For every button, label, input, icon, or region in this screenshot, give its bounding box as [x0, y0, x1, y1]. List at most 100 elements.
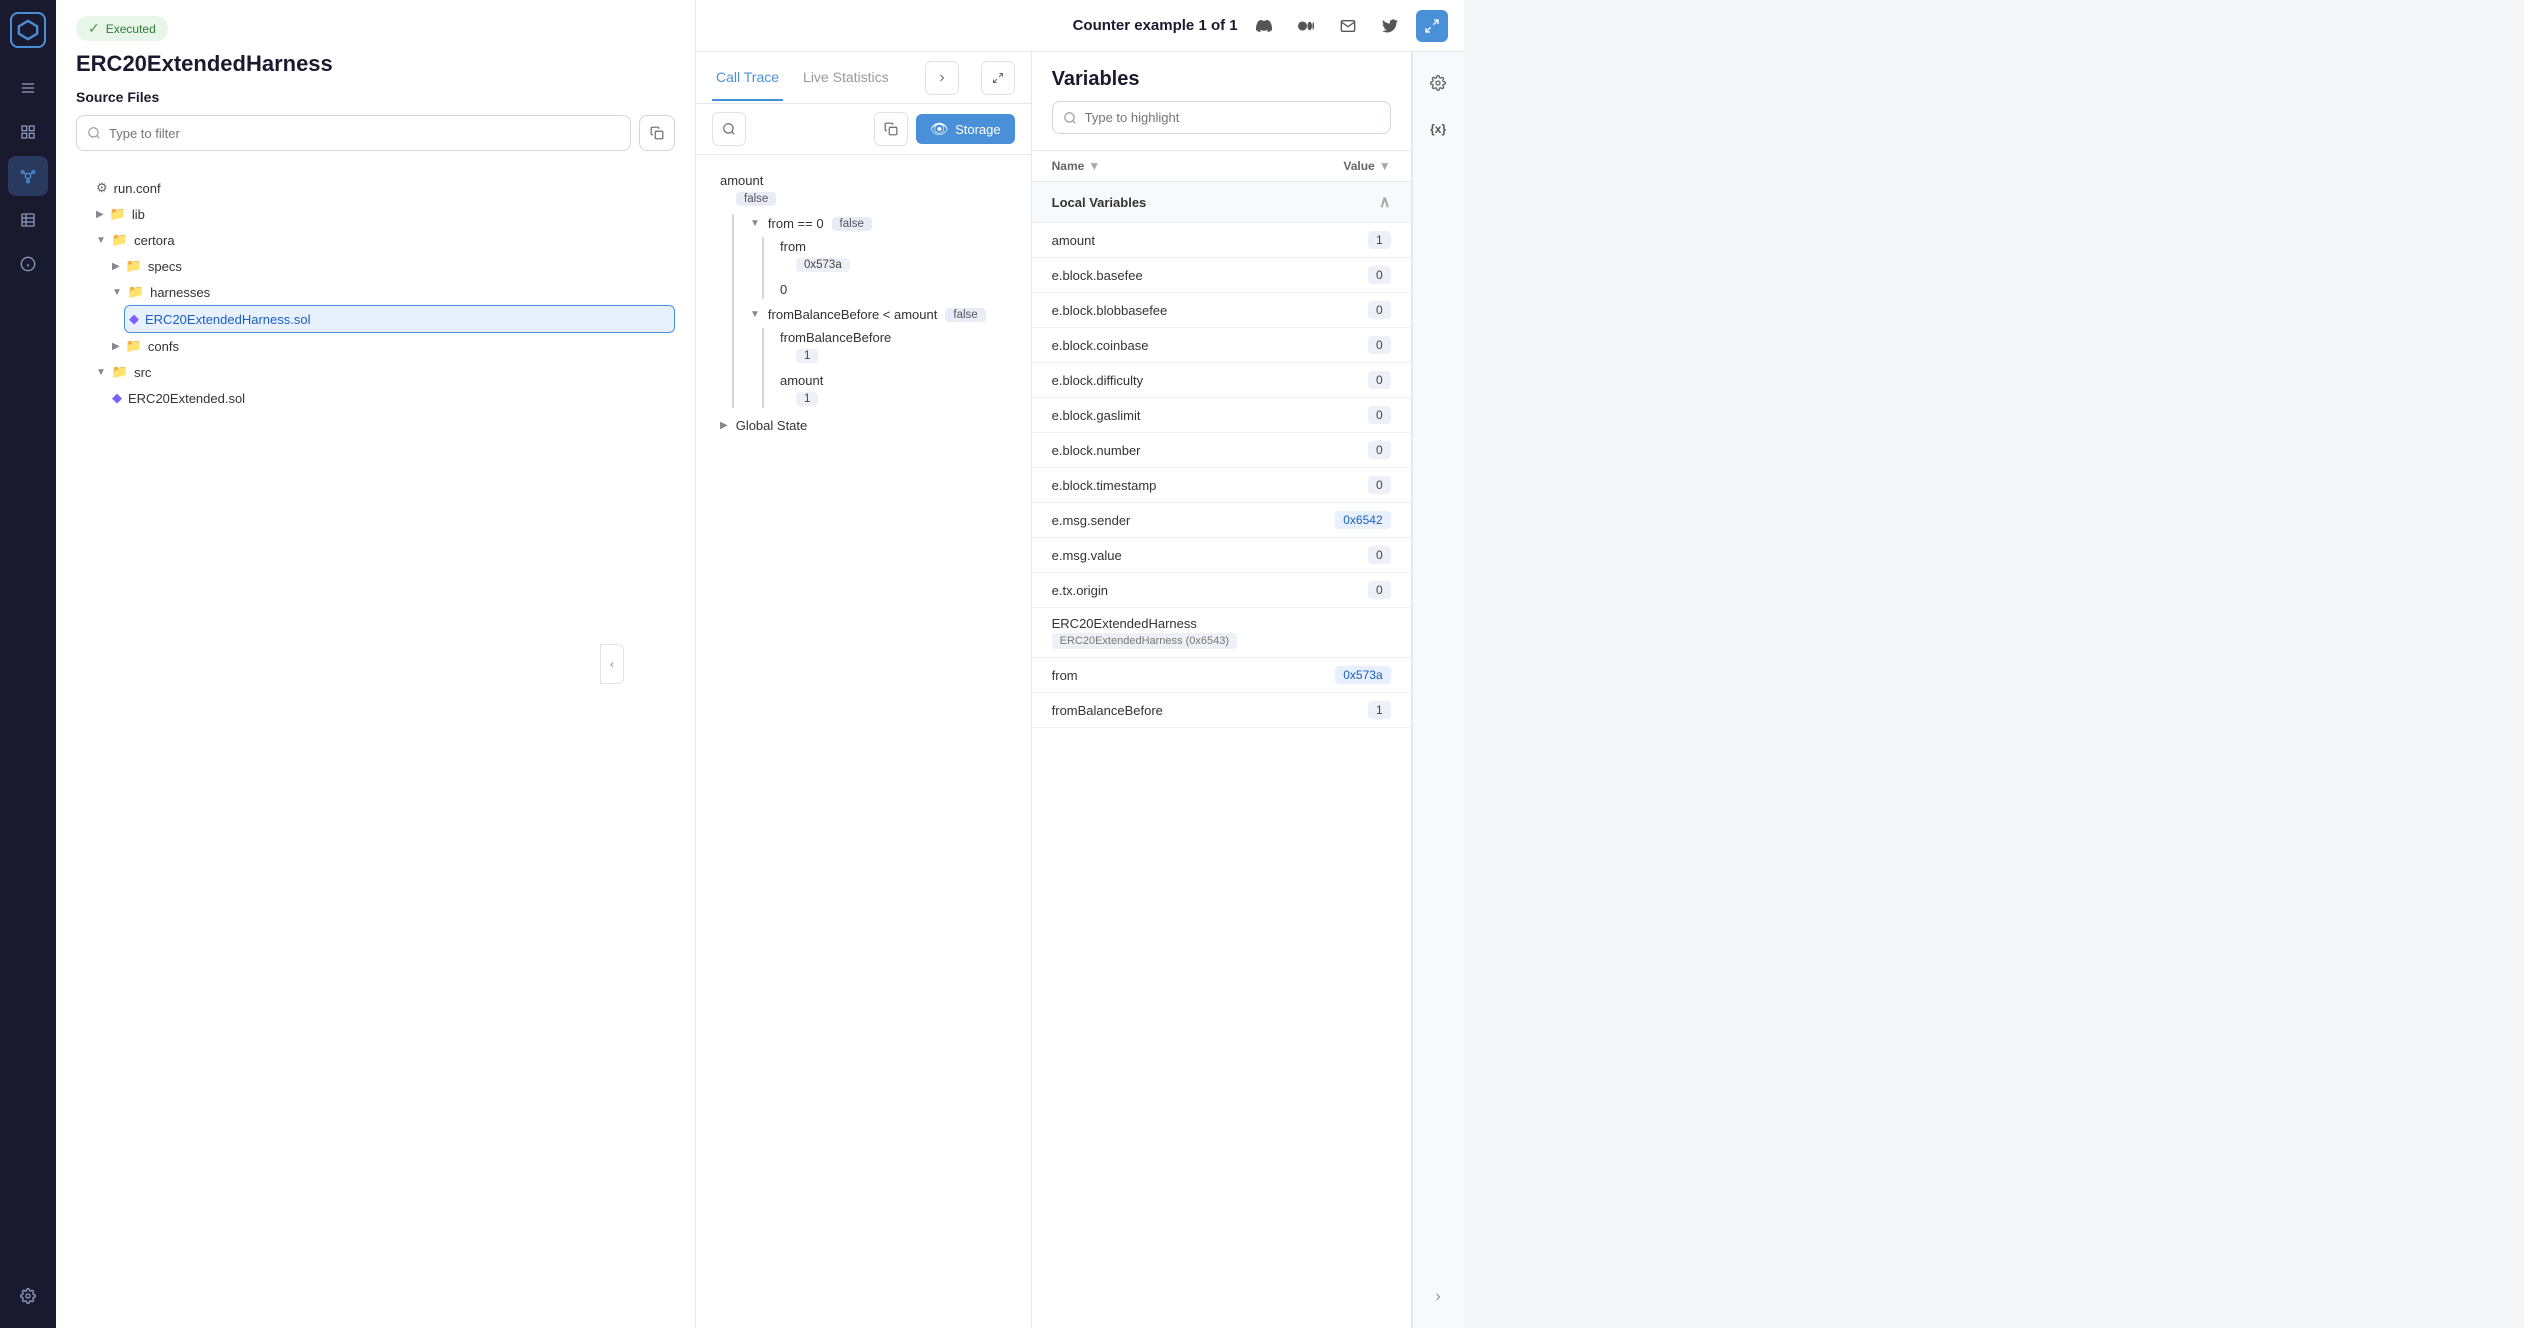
col-header-value: Value ▼ — [1343, 159, 1390, 173]
var-name-eblockblobbasefee: e.block.blobbasefee — [1052, 303, 1168, 318]
collapse-from-icon[interactable]: ▼ — [750, 218, 760, 229]
var-row-eblockgaslimit: e.block.gaslimit 0 — [1032, 398, 1411, 433]
tree-item-lib[interactable]: ▶ 📁 lib — [92, 201, 675, 227]
storage-label: Storage — [955, 122, 1001, 137]
collapse-panel-button[interactable]: ‹ — [600, 644, 624, 684]
var-name-eblockcoinbase: e.block.coinbase — [1052, 338, 1149, 353]
topbar-mail-icon[interactable] — [1332, 10, 1364, 42]
tree-item-label: ERC20ExtendedHarness.sol — [145, 312, 310, 327]
file-panel: ✓ Executed ERC20ExtendedHarness Source F… — [56, 0, 696, 1328]
tree-item-label: run.conf — [114, 181, 161, 196]
var-name-amount: amount — [1052, 233, 1095, 248]
var-value-eblockbasefee: 0 — [1368, 266, 1391, 284]
tab-live-stats[interactable]: Live Statistics — [799, 55, 893, 101]
search-button[interactable] — [712, 112, 746, 146]
topbar-discord-icon[interactable] — [1248, 10, 1280, 42]
nav-sidebar — [0, 0, 56, 1328]
var-row-erc20harness: ERC20ExtendedHarness ERC20ExtendedHarnes… — [1032, 608, 1411, 658]
tree-item-run-conf[interactable]: ⚙ run.conf — [92, 175, 675, 201]
trace-node-frombalancebefore: fromBalanceBefore 1 — [780, 328, 1007, 365]
trace-label-frombalance: fromBalanceBefore < amount — [768, 307, 937, 322]
var-name-eblocktimestamp: e.block.timestamp — [1052, 478, 1157, 493]
app-logo[interactable] — [10, 12, 46, 48]
tree-item-label: harnesses — [150, 285, 210, 300]
var-name-eblockgaslimit: e.block.gaslimit — [1052, 408, 1141, 423]
topbar-medium-icon[interactable] — [1290, 10, 1322, 42]
tree-item-confs[interactable]: ▶ 📁 confs — [108, 333, 675, 359]
variables-search-input[interactable] — [1052, 101, 1391, 134]
var-name-erc20harness: ERC20ExtendedHarness — [1052, 616, 1197, 631]
collapse-frombalance-icon[interactable]: ▼ — [750, 309, 760, 320]
nav-item-graph[interactable] — [8, 156, 48, 196]
tree-item-certora[interactable]: ▼ 📁 certora — [92, 227, 675, 253]
var-value-eblocknumber: 0 — [1368, 441, 1391, 459]
chevron-right-icon: ▶ — [112, 341, 120, 352]
tree-item-harnesses[interactable]: ▼ 📁 harnesses — [108, 279, 675, 305]
filter-input[interactable] — [76, 115, 631, 151]
tree-item-label: lib — [132, 207, 145, 222]
folder-icon: 📁 — [128, 284, 144, 300]
trace-label-amount-child: amount — [780, 373, 823, 388]
var-subvalue-erc20harness: ERC20ExtendedHarness (0x6543) — [1052, 633, 1237, 649]
chevron-right-icon: ▶ — [96, 209, 104, 220]
nav-item-info[interactable] — [8, 244, 48, 284]
sol-file-icon: ◆ — [129, 311, 139, 327]
var-row-eblocknumber: e.block.number 0 — [1032, 433, 1411, 468]
tree-item-label: src — [134, 365, 151, 380]
var-name-emsgsender: e.msg.sender — [1052, 513, 1131, 528]
trace-value-amount: 1 — [796, 392, 818, 406]
trace-content: amount false ▼ from == 0 — [696, 155, 1031, 1328]
var-row-emsgsender: e.msg.sender 0x6542 — [1032, 503, 1411, 538]
tree-item-label: specs — [148, 259, 182, 274]
nav-item-menu[interactable] — [8, 68, 48, 108]
nav-item-files[interactable] — [8, 112, 48, 152]
page-title: ERC20ExtendedHarness — [76, 51, 675, 77]
nav-item-settings[interactable] — [8, 1276, 48, 1316]
variables-panel: Variables Name ▼ Value ▼ Local Variabl — [1032, 52, 1412, 1328]
expand-global-state-icon[interactable]: ▶ — [720, 420, 728, 431]
topbar-twitter-icon[interactable] — [1374, 10, 1406, 42]
var-value-frombalancebefore: 1 — [1368, 701, 1391, 719]
var-name-etxorigin: e.tx.origin — [1052, 583, 1108, 598]
eye-icon: 👁 — [930, 120, 949, 138]
trace-label-frombalancebefore: fromBalanceBefore — [780, 330, 891, 345]
right-collapse-icon[interactable] — [1419, 1278, 1457, 1316]
tab-call-trace[interactable]: Call Trace — [712, 55, 783, 101]
trace-node-global-state: ▶ Global State — [720, 416, 1007, 435]
nav-item-table[interactable] — [8, 200, 48, 240]
var-value-amount: 1 — [1368, 231, 1391, 249]
expand-button[interactable] — [981, 61, 1015, 95]
right-settings-icon[interactable] — [1419, 64, 1457, 102]
right-braces-icon[interactable]: {x} — [1419, 110, 1457, 148]
trace-value-from: 0x573a — [796, 258, 850, 272]
chevron-right-icon: ▶ — [112, 261, 120, 272]
trace-badge-false-1: false — [736, 192, 776, 206]
trace-label-amount: amount — [720, 173, 763, 188]
trace-label-global-state: Global State — [736, 418, 808, 433]
copy-button[interactable] — [639, 115, 675, 151]
tree-item-src[interactable]: ▼ 📁 src — [92, 359, 675, 385]
folder-icon: 📁 — [126, 338, 142, 354]
storage-button[interactable]: 👁 Storage — [916, 114, 1015, 144]
var-value-from: 0x573a — [1335, 666, 1390, 684]
status-dot-icon: ✓ — [88, 20, 100, 37]
status-badge: ✓ Executed — [76, 16, 168, 41]
var-row-emsgvalue: e.msg.value 0 — [1032, 538, 1411, 573]
trace-node-zero: 0 — [780, 280, 1007, 299]
next-button[interactable] — [925, 61, 959, 95]
var-row-eblockblobbasefee: e.block.blobbasefee 0 — [1032, 293, 1411, 328]
tree-item-specs[interactable]: ▶ 📁 specs — [108, 253, 675, 279]
topbar-expand-icon[interactable] — [1416, 10, 1448, 42]
trace-panel: Call Trace Live Statistics — [696, 52, 1032, 1328]
tree-item-erc20-harness[interactable]: ◆ ERC20ExtendedHarness.sol — [124, 305, 675, 333]
var-name-emsgvalue: e.msg.value — [1052, 548, 1122, 563]
var-value-eblockblobbasefee: 0 — [1368, 301, 1391, 319]
tree-item-erc20-sol[interactable]: ◆ ERC20Extended.sol — [108, 385, 675, 411]
folder-icon: 📁 — [110, 206, 126, 222]
local-vars-section[interactable]: Local Variables ∧ — [1032, 182, 1411, 223]
chevron-down-icon: ▼ — [96, 235, 106, 246]
copy-trace-button[interactable] — [874, 112, 908, 146]
eth-file-icon: ◆ — [112, 390, 122, 406]
var-value-emsgvalue: 0 — [1368, 546, 1391, 564]
trace-node-amount: amount false — [720, 171, 1007, 208]
